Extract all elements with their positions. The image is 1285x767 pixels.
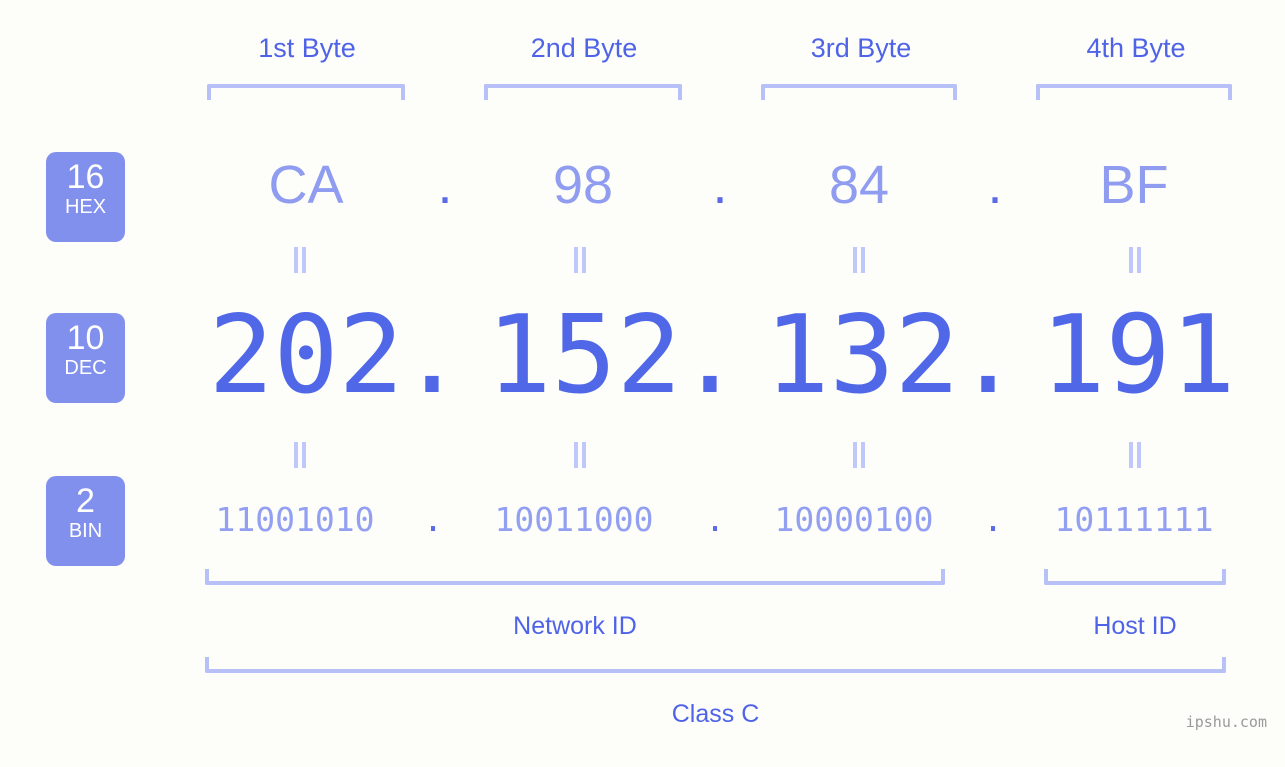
base-badge-dec-unit: DEC bbox=[64, 357, 107, 379]
byte-bracket-2 bbox=[484, 84, 682, 100]
hex-separator-1: . bbox=[437, 155, 453, 215]
base-badge-hex: 16 HEX bbox=[46, 152, 125, 242]
equals-icon-4 bbox=[1127, 247, 1143, 273]
decimal-separator-2: . bbox=[677, 293, 743, 418]
binary-octet-2: 10011000 bbox=[494, 500, 654, 539]
class-label: Class C bbox=[671, 700, 760, 728]
hex-separator-2: . bbox=[712, 155, 728, 215]
equals-icon-8 bbox=[1127, 442, 1143, 468]
binary-octet-4: 10111111 bbox=[1054, 500, 1214, 539]
hex-octet-3: 84 bbox=[828, 155, 890, 215]
ip-address-breakdown-diagram: 1st Byte 2nd Byte 3rd Byte 4th Byte 16 H… bbox=[0, 0, 1285, 767]
equals-icon-5 bbox=[292, 442, 308, 468]
base-badge-bin-number: 2 bbox=[76, 482, 95, 520]
binary-octet-3: 10000100 bbox=[774, 500, 934, 539]
network-id-bracket bbox=[205, 569, 945, 585]
equals-icon-2 bbox=[572, 247, 588, 273]
byte-header-label-3: 3rd Byte bbox=[810, 33, 912, 63]
binary-separator-2: . bbox=[705, 500, 725, 539]
binary-separator-3: . bbox=[983, 500, 1003, 539]
byte-header-label-4: 4th Byte bbox=[1086, 33, 1186, 63]
base-badge-bin: 2 BIN bbox=[46, 476, 125, 566]
hex-octet-2: 98 bbox=[552, 155, 614, 215]
base-badge-hex-number: 16 bbox=[66, 158, 105, 196]
byte-bracket-4 bbox=[1036, 84, 1232, 100]
byte-bracket-1 bbox=[207, 84, 405, 100]
site-watermark: ipshu.com bbox=[1185, 713, 1267, 731]
hex-separator-3: . bbox=[987, 155, 1003, 215]
equals-icon-3 bbox=[851, 247, 867, 273]
network-id-label: Network ID bbox=[513, 612, 637, 640]
equals-icon-1 bbox=[292, 247, 308, 273]
base-badge-dec-number: 10 bbox=[66, 319, 105, 357]
byte-header-label-1: 1st Byte bbox=[258, 33, 356, 63]
decimal-separator-3: . bbox=[955, 293, 1021, 418]
base-badge-bin-unit: BIN bbox=[68, 520, 103, 542]
hex-octet-1: CA bbox=[268, 155, 344, 215]
binary-separator-1: . bbox=[423, 500, 443, 539]
class-bracket bbox=[205, 657, 1226, 673]
decimal-octet-4: 191 bbox=[1040, 293, 1236, 418]
host-id-label: Host ID bbox=[1093, 612, 1177, 640]
decimal-octet-2: 152 bbox=[486, 293, 682, 418]
decimal-octet-3: 132 bbox=[764, 293, 960, 418]
byte-header-label-2: 2nd Byte bbox=[530, 33, 638, 63]
decimal-separator-1: . bbox=[399, 293, 465, 418]
binary-octet-1: 11001010 bbox=[215, 500, 375, 539]
equals-icon-7 bbox=[851, 442, 867, 468]
base-badge-dec: 10 DEC bbox=[46, 313, 125, 403]
host-id-bracket bbox=[1044, 569, 1226, 585]
base-badge-hex-unit: HEX bbox=[64, 196, 107, 218]
byte-bracket-3 bbox=[761, 84, 957, 100]
equals-icon-6 bbox=[572, 442, 588, 468]
hex-octet-4: BF bbox=[1099, 155, 1169, 215]
decimal-octet-1: 202 bbox=[208, 293, 404, 418]
